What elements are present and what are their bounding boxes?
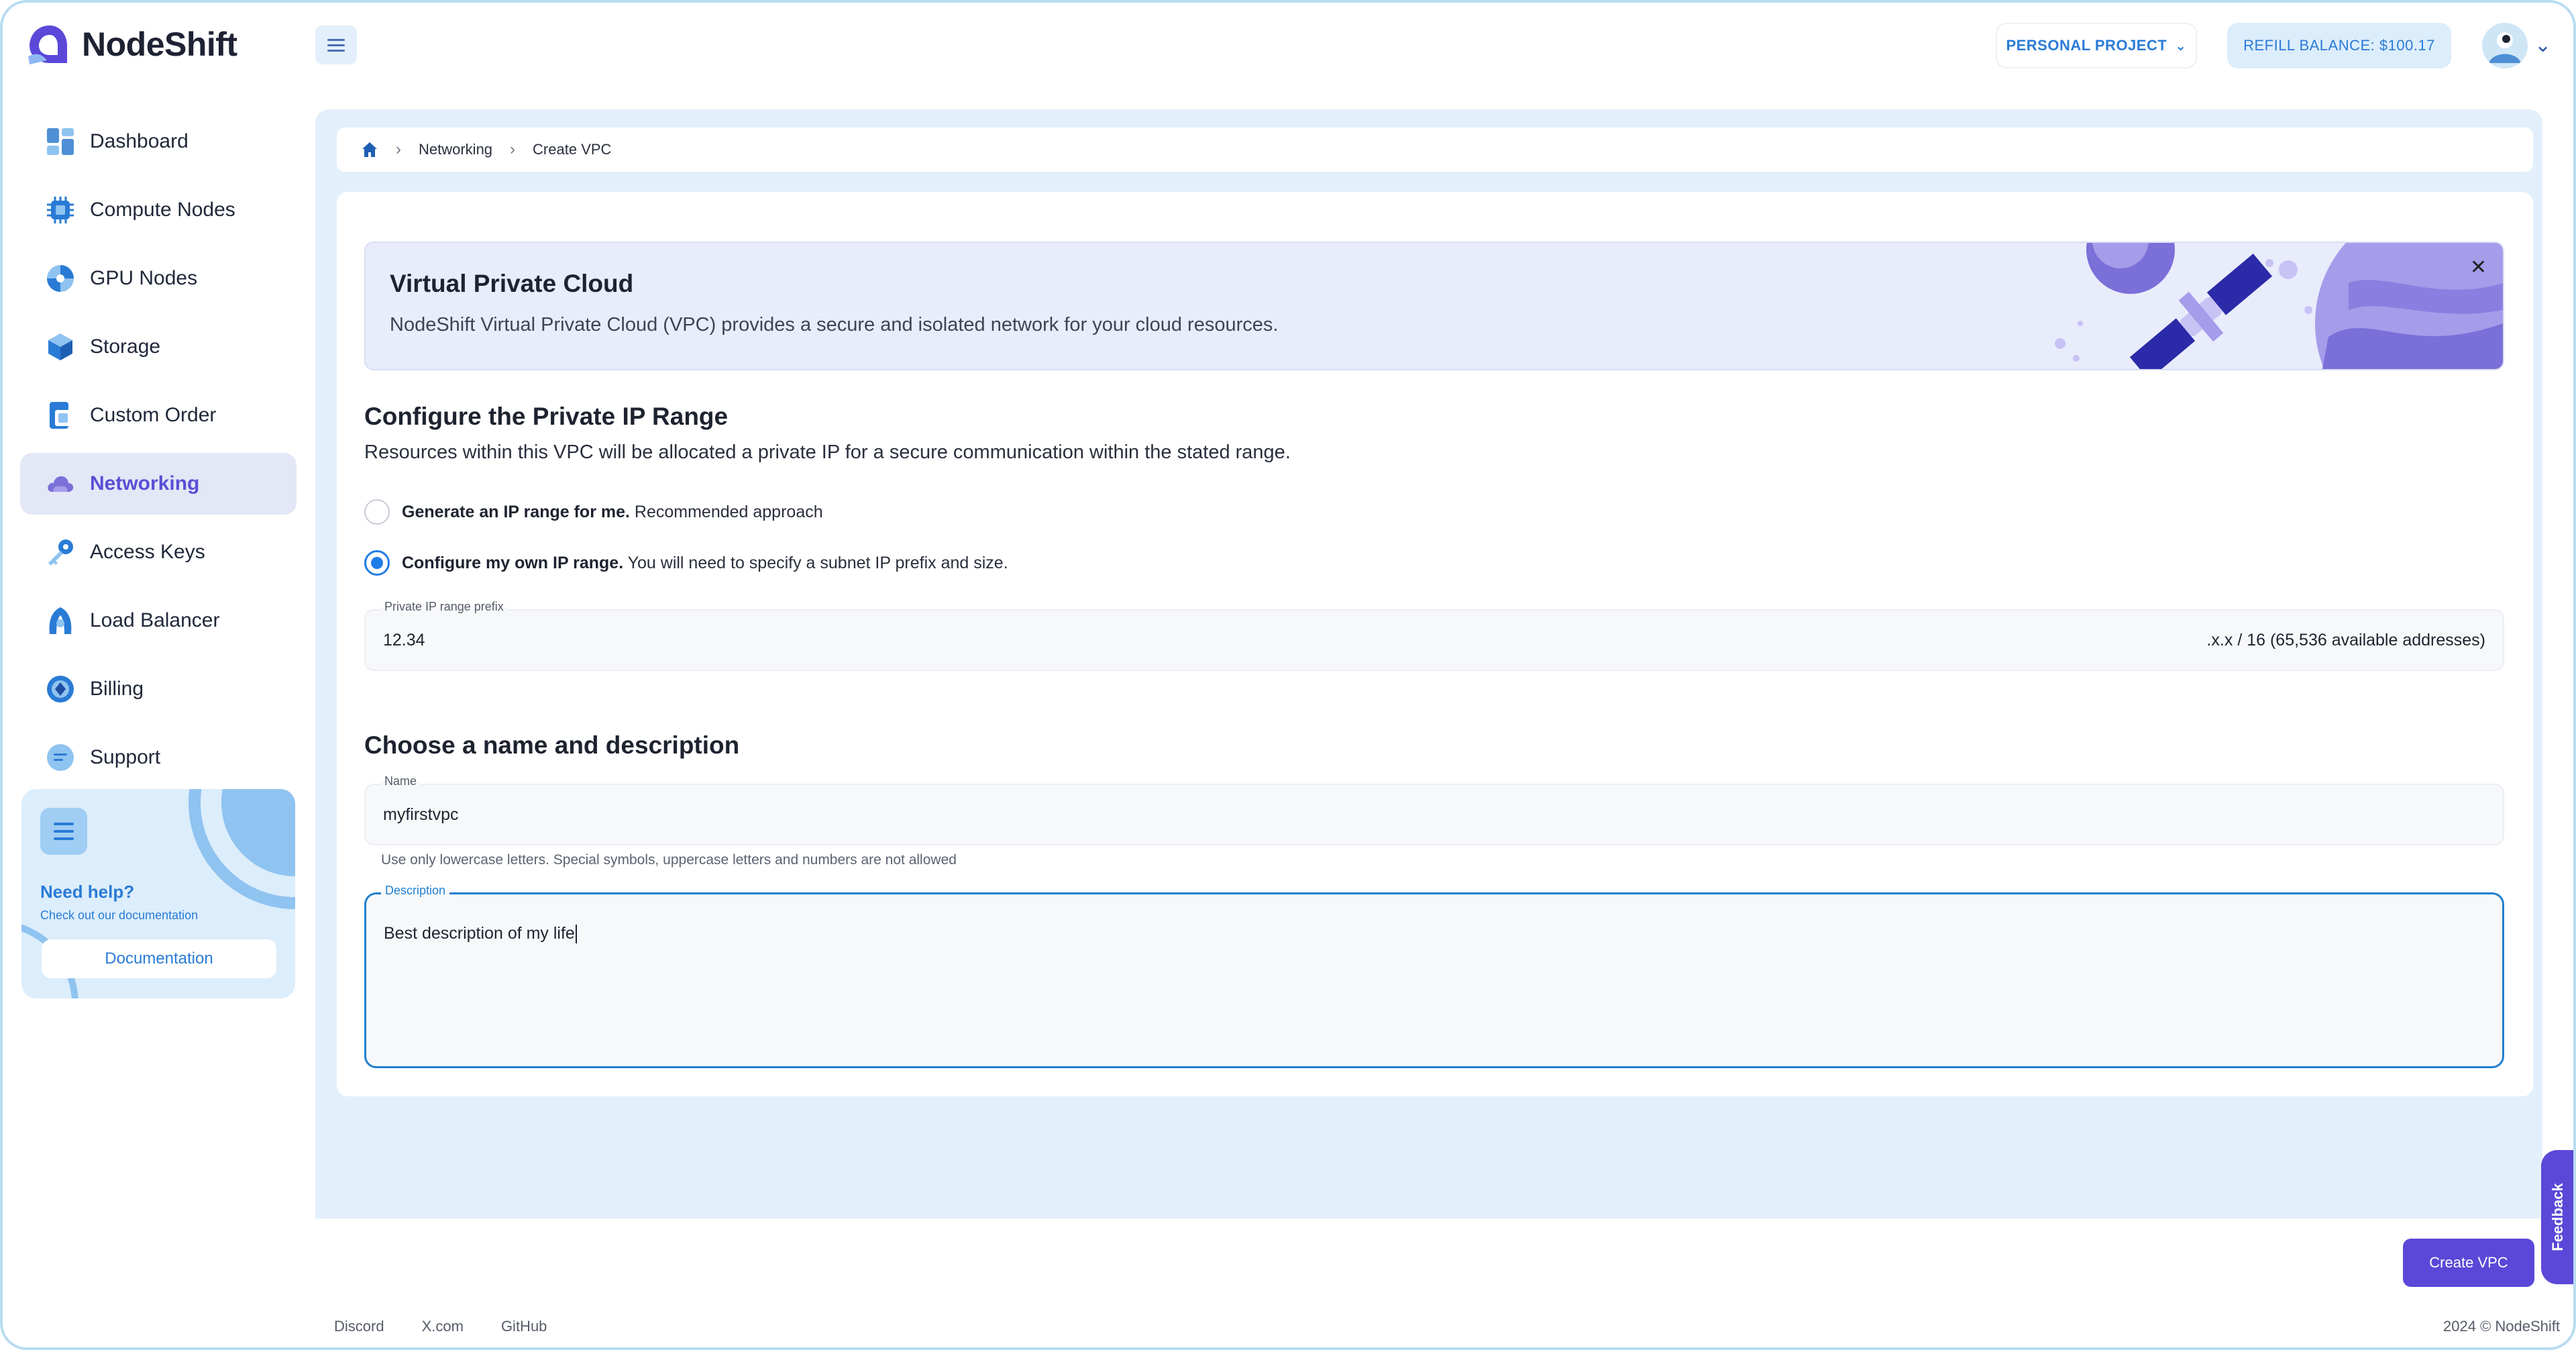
sidebar-item-gpu-nodes[interactable]: GPU Nodes (20, 248, 297, 309)
description-value: Best description of my life (384, 924, 577, 944)
ip-prefix-label: Private IP range prefix (380, 600, 508, 614)
option-custom-ip-range[interactable]: Configure my own IP range. You will need… (364, 550, 1008, 576)
description-textarea[interactable]: Description Best description of my life (364, 884, 2504, 1068)
sidebar-item-dashboard[interactable]: Dashboard (20, 111, 297, 172)
text-caret (575, 925, 577, 944)
sidebar-item-label: Custom Order (90, 404, 217, 426)
footer-links: Discord X.com GitHub (334, 1318, 547, 1335)
chevron-right-icon: › (396, 140, 401, 158)
billing-icon (47, 676, 74, 703)
avatar[interactable] (2482, 23, 2528, 68)
chip-icon (47, 197, 74, 223)
name-section-title: Choose a name and description (364, 731, 740, 759)
sidebar-item-storage[interactable]: Storage (20, 316, 297, 378)
option-custom-text: Configure my own IP range. You will need… (402, 553, 1008, 572)
sidebar-item-load-balancer[interactable]: Load Balancer (20, 590, 297, 652)
option-generate-ip-range[interactable]: Generate an IP range for me. Recommended… (364, 499, 823, 525)
sidebar: Dashboard Compute Nodes GPU Nodes Storag… (20, 111, 297, 795)
sidebar-item-label: Billing (90, 678, 144, 700)
help-subtitle: Check out our documentation (40, 908, 199, 922)
nodeshift-logo-icon (28, 25, 67, 64)
banner-title: Virtual Private Cloud (390, 270, 634, 297)
project-label: PERSONAL PROJECT (2006, 37, 2167, 54)
documentation-button[interactable]: Documentation (42, 939, 276, 978)
home-icon[interactable] (361, 141, 378, 158)
sidebar-item-label: Storage (90, 335, 161, 358)
brand-name: NodeShift (82, 25, 237, 63)
document-icon (40, 808, 87, 855)
radio-generate-ip[interactable] (364, 499, 390, 525)
name-label: Name (380, 774, 421, 788)
hamburger-icon (327, 44, 345, 46)
balancer-icon (49, 607, 72, 634)
sidebar-item-billing[interactable]: Billing (20, 658, 297, 720)
banner-text: NodeShift Virtual Private Cloud (VPC) pr… (390, 314, 1279, 335)
name-value: myfirstvpc (383, 805, 459, 824)
help-card: Need help? Check out our documentation D… (21, 789, 295, 998)
sidebar-item-networking[interactable]: Networking (20, 453, 297, 515)
help-title: Need help? (40, 882, 135, 902)
dashboard-icon (47, 128, 74, 155)
breadcrumb: › Networking › Create VPC (337, 127, 2533, 172)
sidebar-item-access-keys[interactable]: Access Keys (20, 521, 297, 583)
sidebar-item-label: Compute Nodes (90, 199, 235, 221)
chat-icon (47, 744, 74, 771)
project-selector-button[interactable]: PERSONAL PROJECT ⌄ (1996, 23, 2197, 68)
vpc-info-banner: Virtual Private Cloud NodeShift Virtual … (364, 242, 2504, 370)
description-label: Description (381, 884, 450, 898)
option-generate-text: Generate an IP range for me. Recommended… (402, 502, 823, 521)
refill-balance-button[interactable]: REFILL BALANCE: $100.17 (2227, 23, 2451, 68)
sidebar-item-custom-order[interactable]: Custom Order (20, 384, 297, 446)
sidebar-item-label: GPU Nodes (90, 267, 198, 289)
menu-toggle-button[interactable] (315, 25, 357, 64)
create-vpc-button[interactable]: Create VPC (2403, 1239, 2534, 1287)
sidebar-item-label: Dashboard (90, 130, 189, 152)
chevron-down-icon: ⌄ (2175, 38, 2187, 54)
copyright: 2024 © NodeShift (2443, 1318, 2560, 1335)
ip-range-title: Configure the Private IP Range (364, 403, 729, 430)
gpu-icon (47, 265, 74, 292)
chevron-right-icon: › (510, 140, 516, 158)
cube-icon (48, 333, 72, 360)
breadcrumb-create-vpc: Create VPC (533, 141, 612, 158)
radio-custom-ip[interactable] (364, 550, 390, 576)
name-input[interactable]: Name myfirstvpc (364, 774, 2504, 845)
ip-prefix-value: 12.34 (383, 631, 425, 650)
satellite-illustration (2055, 243, 2503, 369)
sidebar-item-label: Access Keys (90, 541, 205, 563)
feedback-label: Feedback (2549, 1183, 2566, 1251)
sidebar-item-label: Load Balancer (90, 609, 220, 631)
key-icon (48, 539, 73, 566)
user-avatar-icon (2482, 23, 2528, 68)
footer-link-discord[interactable]: Discord (334, 1318, 384, 1335)
name-hint: Use only lowercase letters. Special symb… (381, 852, 957, 868)
ip-prefix-suffix: .x.x / 16 (65,536 available addresses) (2206, 631, 2485, 650)
sidebar-item-support[interactable]: Support (20, 727, 297, 788)
feedback-tab[interactable]: Feedback (2541, 1150, 2575, 1284)
footer-link-github[interactable]: GitHub (501, 1318, 547, 1335)
chevron-down-icon[interactable]: ⌄ (2534, 34, 2551, 57)
cloud-icon (48, 476, 74, 492)
ip-range-description: Resources within this VPC will be alloca… (364, 442, 1291, 463)
footer-link-x[interactable]: X.com (422, 1318, 464, 1335)
order-icon (50, 402, 71, 429)
close-icon[interactable]: ✕ (2470, 258, 2487, 278)
brand-logo[interactable]: NodeShift (27, 23, 237, 66)
sidebar-item-label: Networking (90, 472, 200, 495)
sidebar-item-label: Support (90, 746, 161, 768)
sidebar-item-compute-nodes[interactable]: Compute Nodes (20, 179, 297, 241)
ip-prefix-input[interactable]: Private IP range prefix 12.34 .x.x / 16 … (364, 600, 2504, 671)
breadcrumb-networking[interactable]: Networking (419, 141, 492, 158)
